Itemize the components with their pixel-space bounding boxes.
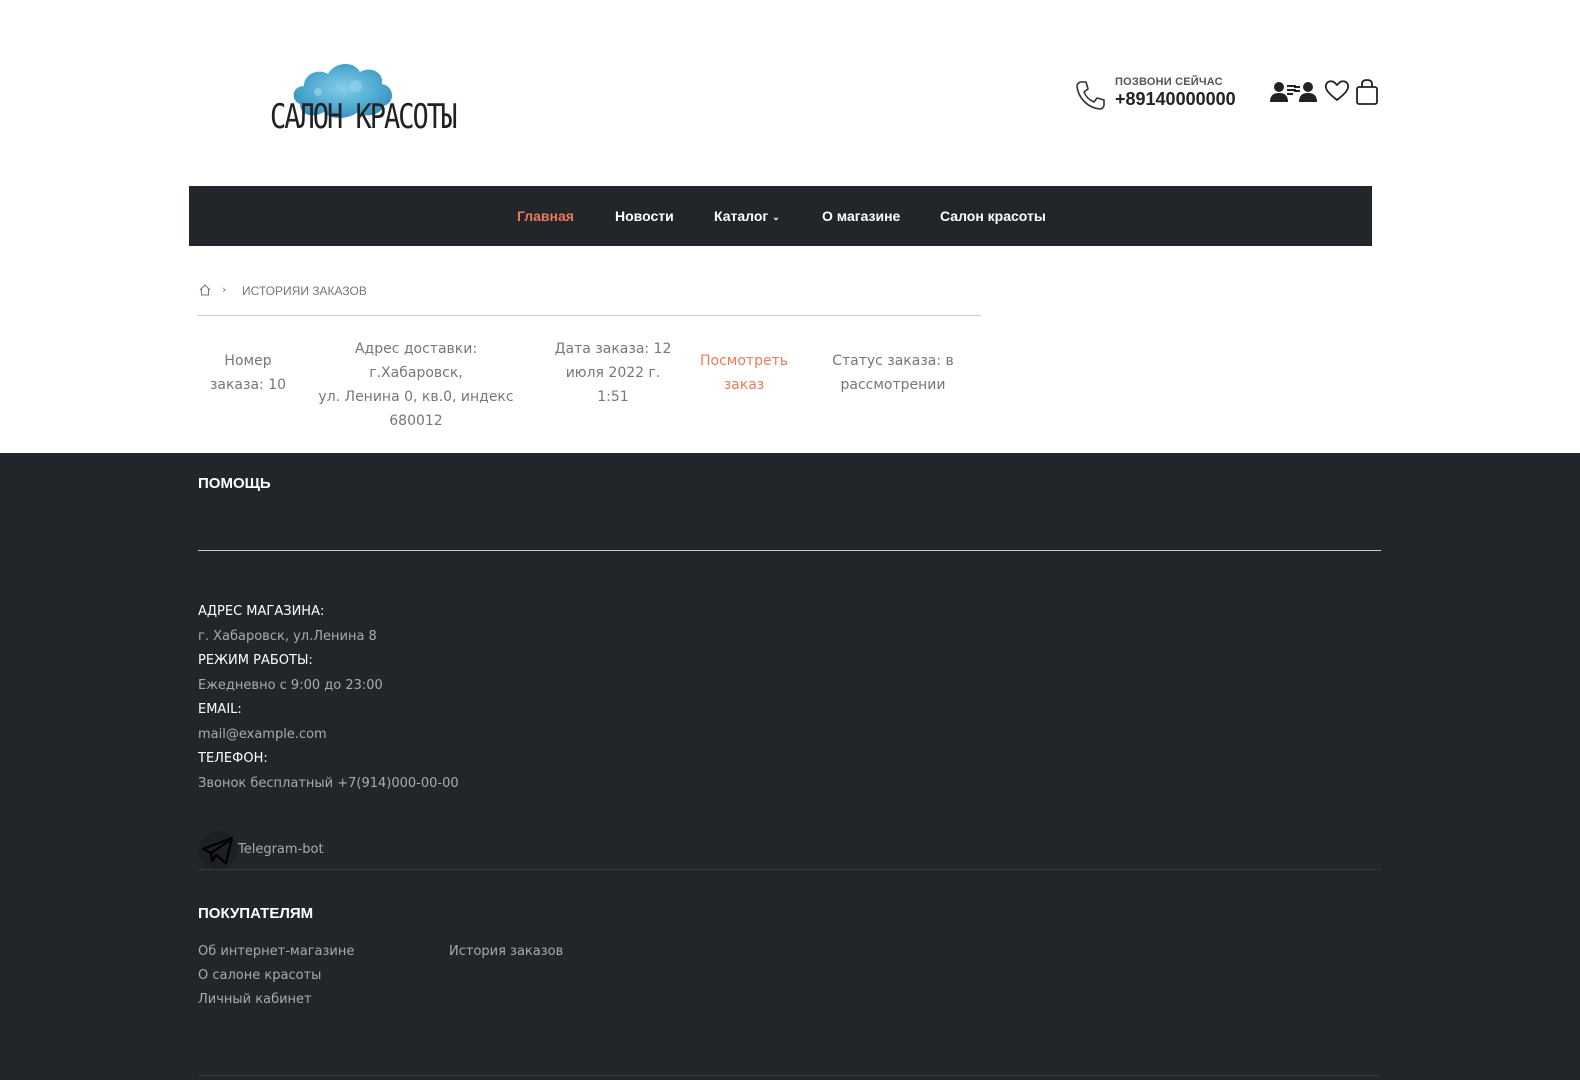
- breadcrumb-separator-icon: ›: [222, 283, 227, 296]
- phone-icon: [1076, 81, 1105, 110]
- account-icon[interactable]: [1294, 78, 1320, 106]
- footer-link-order-history[interactable]: История заказов: [449, 944, 563, 959]
- main-nav: Главная Новости Каталог ⌄ О магазине Сало…: [189, 186, 1372, 246]
- call-number[interactable]: +89140000000: [1115, 89, 1236, 110]
- site-footer: ПОМОЩЬ АДРЕС МАГАЗИНА: г. Хабаровск, ул.…: [0, 453, 1580, 1080]
- order-status-cell: Статус заказа: в рассмотрении: [818, 349, 968, 397]
- site-header: САЛОН КРАСОТЫ ПОЗВОНИ СЕЙЧАС +8914000000…: [0, 0, 1580, 185]
- nav-item-beauty-salon[interactable]: Салон красоты: [940, 208, 1046, 224]
- view-order-link[interactable]: Посмотреть заказ: [695, 349, 793, 397]
- footer-email-label: EMAIL:: [198, 702, 242, 717]
- footer-email-value[interactable]: mail@example.com: [198, 727, 327, 742]
- user-icon[interactable]: [1270, 78, 1296, 106]
- logo-text: САЛОН КРАСОТЫ: [270, 98, 457, 137]
- order-address-line2: ул. Ленина 0, кв.0, индекс: [318, 389, 514, 405]
- nav-item-home[interactable]: Главная: [517, 208, 574, 224]
- order-number-line2: заказа: 10: [209, 377, 287, 393]
- footer-link-about-salon[interactable]: О салоне красоты: [198, 968, 321, 983]
- breadcrumb-current: ИСТОРИЯИ ЗАКАЗОВ: [242, 284, 367, 298]
- order-row: Номер заказа: 10 Адрес доставки: г.Хабар…: [198, 337, 981, 429]
- telegram-icon: [199, 831, 237, 869]
- footer-hours-value: Ежедневно с 9:00 до 23:00: [198, 678, 383, 693]
- view-order-line1: Посмотреть: [700, 353, 788, 369]
- order-address-line1: Адрес доставки: г.Хабаровск,: [354, 341, 478, 381]
- footer-address-label: АДРЕС МАГАЗИНА:: [198, 604, 325, 619]
- call-caption: ПОЗВОНИ СЕЙЧАС: [1115, 76, 1223, 88]
- order-date-cell: Дата заказа: 12 июля 2022 г. 1:51: [551, 337, 675, 409]
- order-date-line2: июля 2022 г.: [565, 365, 661, 381]
- site-logo[interactable]: САЛОН КРАСОТЫ: [196, 30, 496, 155]
- order-status-line1: Статус заказа: в: [832, 353, 954, 369]
- order-address-cell: Адрес доставки: г.Хабаровск, ул. Ленина …: [311, 337, 521, 433]
- order-status-line2: рассмотрении: [840, 377, 946, 393]
- breadcrumb: › ИСТОРИЯИ ЗАКАЗОВ: [198, 283, 981, 316]
- footer-divider: [198, 550, 1381, 551]
- footer-divider: [198, 1075, 1381, 1076]
- footer-hours-label: РЕЖИМ РАБОТЫ:: [198, 653, 313, 668]
- footer-phone-value[interactable]: Звонок бесплатный +7(914)000-00-00: [198, 776, 459, 791]
- footer-buyers-title: ПОКУПАТЕЛЯМ: [198, 905, 314, 922]
- footer-link-account[interactable]: Личный кабинет: [198, 992, 312, 1007]
- nav-item-about-shop[interactable]: О магазине: [822, 208, 900, 224]
- nav-item-catalog-label: Каталог: [714, 208, 769, 224]
- footer-divider: [198, 869, 1381, 870]
- home-icon[interactable]: [198, 283, 212, 297]
- footer-link-about-shop[interactable]: Об интернет-магазине: [198, 944, 354, 959]
- nav-item-news[interactable]: Новости: [615, 208, 674, 224]
- cart-bag-icon[interactable]: [1354, 78, 1380, 106]
- order-date-line3: 1:51: [597, 389, 629, 405]
- footer-address-value: г. Хабаровск, ул.Ленина 8: [198, 629, 377, 644]
- heart-icon[interactable]: [1324, 78, 1350, 104]
- view-order-line2: заказ: [723, 377, 765, 393]
- chevron-down-icon: ⌄: [772, 212, 780, 222]
- nav-item-catalog[interactable]: Каталог ⌄: [714, 208, 780, 224]
- telegram-bot-label: Telegram-bot: [238, 842, 324, 857]
- footer-phone-label: ТЕЛЕФОН:: [198, 751, 268, 766]
- footer-help-title: ПОМОЩЬ: [198, 475, 271, 492]
- order-number-line1: Номер: [224, 353, 272, 369]
- order-address-line3: 680012: [389, 413, 443, 429]
- order-date-line1: Дата заказа: 12: [554, 341, 672, 357]
- order-number-cell: Номер заказа: 10: [198, 349, 298, 397]
